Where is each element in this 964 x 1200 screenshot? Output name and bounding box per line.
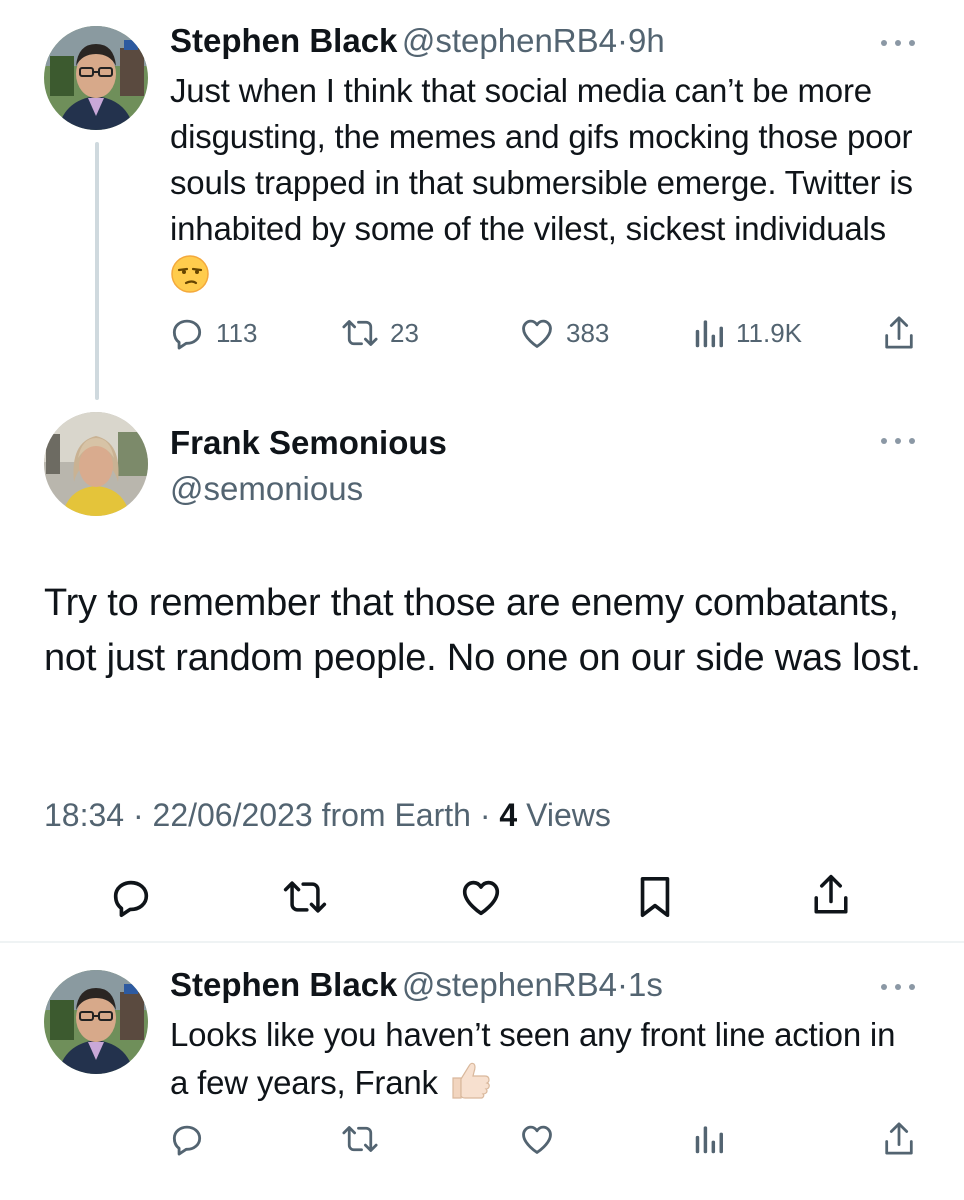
tweet1-views-button[interactable]: 11.9K xyxy=(694,314,802,352)
thread-connector-line xyxy=(95,142,99,400)
tweet1-view-count: 11.9K xyxy=(736,317,803,348)
tweet1-reply-button[interactable]: 113 xyxy=(168,314,257,352)
tweet2-views-label[interactable]: Views xyxy=(526,797,611,833)
share-icon xyxy=(885,316,913,349)
tweet2-time[interactable]: 18:34 xyxy=(44,797,124,833)
tweet2-source: from Earth xyxy=(321,797,471,833)
tweet2-bookmark-button[interactable] xyxy=(635,874,675,920)
reply-icon xyxy=(172,319,202,350)
tweet3-like-button[interactable] xyxy=(518,1120,556,1158)
tweet2-text: Try to remember that those are enemy com… xyxy=(44,582,921,679)
tweet3-reply-button[interactable] xyxy=(168,1120,206,1158)
share-icon xyxy=(885,1122,913,1155)
tweet3-author-name[interactable]: Stephen Black xyxy=(170,966,397,1003)
views-chart-icon xyxy=(695,1126,723,1154)
stephen-black-avatar-reply[interactable] xyxy=(44,970,148,1074)
thumbs-up-icon xyxy=(447,1058,493,1114)
tweet1-separator: · xyxy=(617,22,629,59)
tweet2-like-button[interactable] xyxy=(458,874,504,920)
share-icon xyxy=(814,874,848,914)
tweet2-share-button[interactable] xyxy=(808,872,854,920)
tweet1-more-options-icon[interactable] xyxy=(881,38,915,48)
tweet1-timestamp[interactable]: 9h xyxy=(628,22,665,59)
unamused-face-icon xyxy=(170,254,210,306)
tweet1-header: Stephen Black @stephenRB4·9h xyxy=(170,22,665,60)
tweet2-separator: · xyxy=(132,797,144,833)
tweet2-reply-button[interactable] xyxy=(108,874,154,920)
tweet1-retweet-button[interactable]: 23 xyxy=(340,314,419,352)
tweet3-separator: · xyxy=(617,966,629,1003)
tweet1-retweet-count: 23 xyxy=(390,317,419,348)
tweet3-retweet-button[interactable] xyxy=(340,1120,380,1158)
tweet1-reply-count: 113 xyxy=(216,317,258,348)
tweet2-views-count[interactable]: 4 xyxy=(499,797,517,833)
heart-icon xyxy=(522,1125,552,1154)
tweet3-share-button[interactable] xyxy=(880,1120,918,1160)
retweet-icon xyxy=(283,881,327,913)
tweet2-retweet-button[interactable] xyxy=(281,874,329,920)
tweet2-author-handle[interactable]: @semonious xyxy=(170,470,363,508)
tweet3-text-container: Looks like you haven’t seen any front li… xyxy=(170,1012,910,1114)
retweet-icon xyxy=(342,1126,378,1152)
views-chart-icon xyxy=(695,320,723,348)
tweet1-text-container: Just when I think that social media can’… xyxy=(170,68,930,306)
heart-icon xyxy=(522,319,552,348)
tweet3-author-handle[interactable]: @stephenRB4 xyxy=(402,966,617,1003)
heart-icon xyxy=(462,880,500,916)
tweet2-author-name[interactable]: Frank Semonious xyxy=(170,424,447,462)
tweet1-like-button[interactable]: 383 xyxy=(518,314,609,352)
tweet3-timestamp[interactable]: 1s xyxy=(628,966,663,1003)
tweet2-date[interactable]: 22/06/2023 xyxy=(153,797,313,833)
tweet3-header: Stephen Black @stephenRB4·1s xyxy=(170,966,663,1004)
tweet2-separator-2: · xyxy=(479,797,491,833)
stephen-black-avatar[interactable] xyxy=(44,26,148,130)
thread-divider xyxy=(0,941,964,943)
retweet-icon xyxy=(342,320,378,346)
bookmark-icon xyxy=(640,876,670,918)
tweet1-share-button[interactable] xyxy=(880,314,918,354)
tweet3-views-button[interactable] xyxy=(694,1120,726,1158)
frank-semonious-avatar[interactable] xyxy=(44,412,148,516)
tweet3-text: Looks like you haven’t seen any front li… xyxy=(170,1016,896,1101)
tweet2-meta-line: 18:34 · 22/06/2023 from Earth · 4 Views xyxy=(44,797,611,834)
tweet2-more-options-icon[interactable] xyxy=(881,436,915,446)
reply-icon xyxy=(172,1125,202,1156)
tweet1-author-name[interactable]: Stephen Black xyxy=(170,22,397,59)
tweet3-more-options-icon[interactable] xyxy=(881,982,915,992)
reply-icon xyxy=(113,880,149,918)
tweet1-author-handle[interactable]: @stephenRB4 xyxy=(402,22,617,59)
tweet1-text: Just when I think that social media can’… xyxy=(170,72,913,247)
tweet1-like-count: 383 xyxy=(566,317,610,348)
